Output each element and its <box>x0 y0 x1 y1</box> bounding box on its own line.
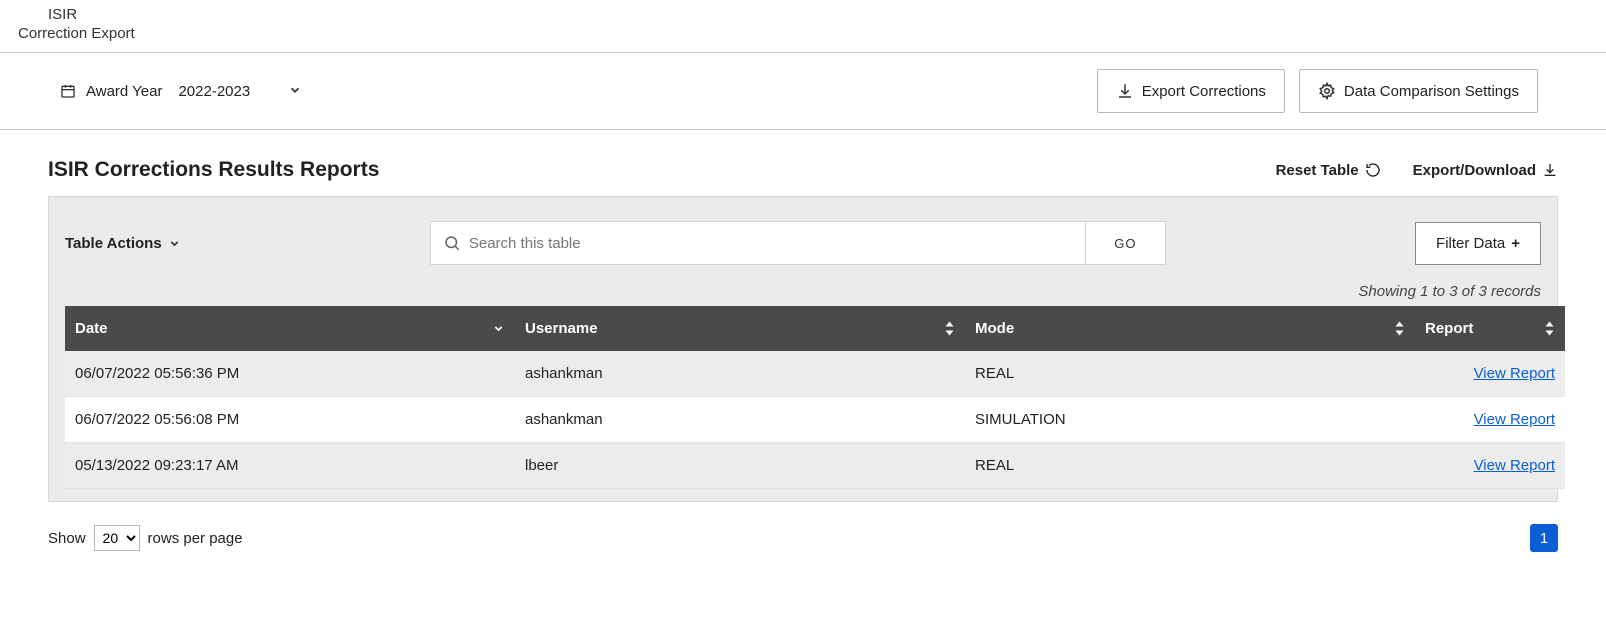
table-actions-label: Table Actions <box>65 235 162 252</box>
chevron-down-icon <box>168 237 181 250</box>
cell-username: lbeer <box>515 443 965 489</box>
reset-icon <box>1365 162 1381 178</box>
rows-per-page-select[interactable]: 20 <box>94 525 140 551</box>
page-header: ISIR Correction Export <box>0 0 1606 53</box>
filter-data-label: Filter Data <box>1436 235 1505 252</box>
sort-icon <box>1394 321 1405 336</box>
calendar-icon <box>60 83 76 99</box>
export-download-button[interactable]: Export/Download <box>1413 162 1558 179</box>
data-comparison-settings-label: Data Comparison Settings <box>1344 83 1519 100</box>
sort-icon <box>944 321 955 336</box>
column-header-date-label: Date <box>75 320 108 337</box>
gear-icon <box>1318 82 1336 100</box>
records-status: Showing 1 to 3 of 3 records <box>65 283 1541 300</box>
column-header-date[interactable]: Date <box>65 306 515 351</box>
header-line1: ISIR <box>18 6 1606 23</box>
cell-mode: SIMULATION <box>965 397 1415 443</box>
award-year-value: 2022-2023 <box>178 83 250 100</box>
search-box <box>430 221 1086 265</box>
export-corrections-button[interactable]: Export Corrections <box>1097 69 1285 113</box>
search-input[interactable] <box>469 235 1073 252</box>
column-header-mode-label: Mode <box>975 320 1014 337</box>
sort-icon <box>1544 321 1555 336</box>
chevron-down-icon <box>288 83 302 100</box>
page-1-button[interactable]: 1 <box>1530 524 1558 552</box>
view-report-link[interactable]: View Report <box>1474 365 1555 382</box>
go-button[interactable]: GO <box>1086 221 1166 265</box>
search-icon <box>443 234 461 252</box>
table-row: 06/07/2022 05:56:36 PMashankmanREAL View … <box>65 351 1565 397</box>
view-report-link[interactable]: View Report <box>1474 457 1555 474</box>
cell-mode: REAL <box>965 351 1415 397</box>
cell-mode: REAL <box>965 443 1415 489</box>
column-header-username-label: Username <box>525 320 598 337</box>
section-title: ISIR Corrections Results Reports <box>48 158 379 182</box>
cell-username: ashankman <box>515 397 965 443</box>
view-report-link[interactable]: View Report <box>1474 411 1555 428</box>
column-header-report[interactable]: Report <box>1415 306 1565 351</box>
export-corrections-label: Export Corrections <box>1142 83 1266 100</box>
show-label: Show <box>48 530 86 547</box>
column-header-report-label: Report <box>1425 320 1473 337</box>
table-row: 06/07/2022 05:56:08 PMashankmanSIMULATIO… <box>65 397 1565 443</box>
column-header-username[interactable]: Username <box>515 306 965 351</box>
plus-icon: + <box>1511 235 1520 252</box>
download-icon <box>1116 82 1134 100</box>
reset-table-button[interactable]: Reset Table <box>1276 162 1381 179</box>
cell-date: 06/07/2022 05:56:36 PM <box>65 351 515 397</box>
sort-desc-icon <box>492 322 505 336</box>
cell-username: ashankman <box>515 351 965 397</box>
award-year-selector[interactable]: Award Year 2022-2023 <box>60 83 302 100</box>
award-year-label: Award Year <box>86 83 162 100</box>
data-comparison-settings-button[interactable]: Data Comparison Settings <box>1299 69 1538 113</box>
table-panel: Table Actions GO Filter Data + Showing 1… <box>48 196 1558 502</box>
table-row: 05/13/2022 09:23:17 AMlbeerREAL View Repo… <box>65 443 1565 489</box>
rows-per-page-label: rows per page <box>148 530 243 547</box>
filter-data-button[interactable]: Filter Data + <box>1415 222 1541 265</box>
table-actions-button[interactable]: Table Actions <box>65 235 181 252</box>
column-header-mode[interactable]: Mode <box>965 306 1415 351</box>
results-table: Date Username Mode <box>65 306 1565 489</box>
export-download-label: Export/Download <box>1413 162 1536 179</box>
cell-date: 05/13/2022 09:23:17 AM <box>65 443 515 489</box>
reset-table-label: Reset Table <box>1276 162 1359 179</box>
download-icon <box>1542 162 1558 178</box>
subbar: Award Year 2022-2023 Export Corrections … <box>0 53 1606 130</box>
cell-date: 06/07/2022 05:56:08 PM <box>65 397 515 443</box>
header-line2: Correction Export <box>18 23 1606 42</box>
